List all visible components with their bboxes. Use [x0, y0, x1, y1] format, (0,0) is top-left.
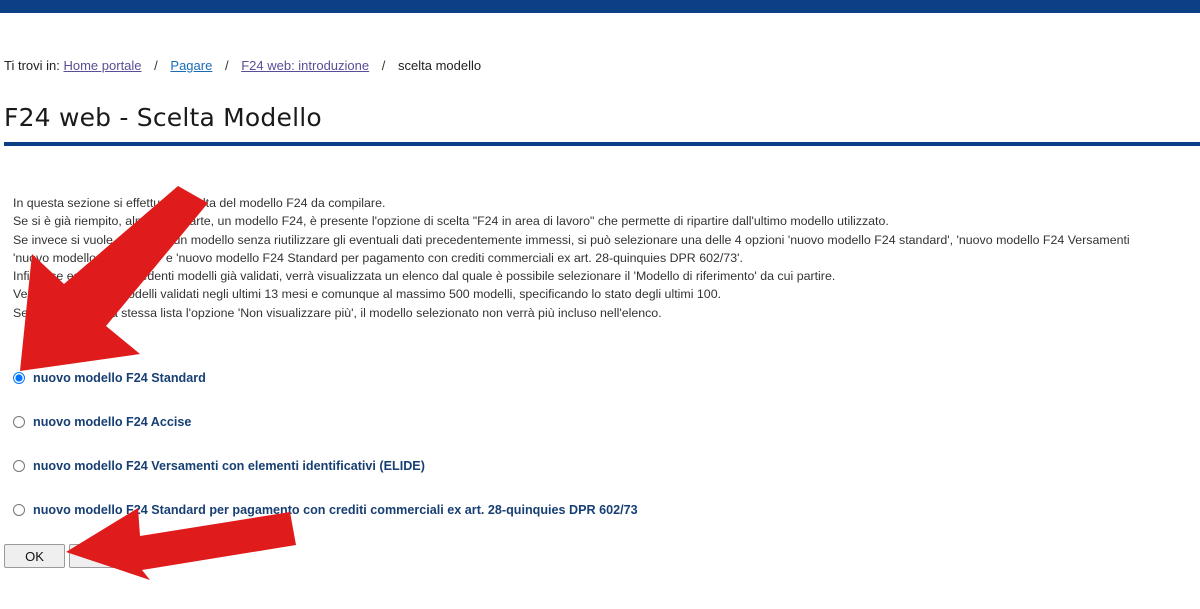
option-label: nuovo modello F24 Standard	[33, 371, 206, 385]
breadcrumb-current: scelta modello	[398, 58, 482, 73]
radio-f24-elide[interactable]	[13, 460, 25, 472]
breadcrumb-link-pagare[interactable]: Pagare	[170, 58, 212, 73]
page-title: F24 web - Scelta Modello	[4, 103, 322, 132]
secondary-button[interactable]	[69, 544, 149, 568]
ok-button[interactable]: OK	[4, 544, 65, 568]
breadcrumb-separator: /	[381, 58, 386, 73]
intro-line: Infine, se esistono precedenti modelli g…	[13, 269, 836, 284]
breadcrumb: Ti trovi in: Home portale / Pagare / F24…	[4, 58, 481, 73]
intro-line: 'nuovo modello F24 Accise' e 'nuovo mode…	[13, 250, 743, 265]
intro-line: In questa sezione si effettua la scelta …	[13, 196, 386, 210]
option-label: nuovo modello F24 Versamenti con element…	[33, 459, 425, 473]
option-f24-accise[interactable]: nuovo modello F24 Accise	[12, 415, 191, 429]
radio-f24-standard[interactable]	[13, 372, 25, 384]
intro-text: In questa sezione si effettua la scelta …	[13, 194, 1200, 322]
top-header-bar	[0, 0, 1200, 13]
intro-line: Vengono elencati i modelli validati negl…	[13, 287, 722, 302]
breadcrumb-separator: /	[154, 58, 158, 73]
intro-line: Se si è già riempito, almeno in parte, u…	[13, 214, 889, 229]
radio-f24-crediti-commerciali[interactable]	[13, 504, 25, 516]
option-f24-elide[interactable]: nuovo modello F24 Versamenti con element…	[12, 459, 425, 473]
breadcrumb-link-f24-intro[interactable]: F24 web: introduzione	[241, 58, 369, 73]
option-f24-crediti-commerciali[interactable]: nuovo modello F24 Standard per pagamento…	[12, 503, 638, 517]
breadcrumb-separator: /	[224, 58, 229, 73]
option-label: nuovo modello F24 Accise	[33, 415, 192, 429]
radio-f24-accise[interactable]	[13, 416, 25, 428]
option-label: nuovo modello F24 Standard per pagamento…	[33, 503, 638, 517]
breadcrumb-link-home[interactable]: Home portale	[63, 58, 141, 73]
intro-line: Selezionando dalla stessa lista l'opzion…	[13, 305, 662, 320]
intro-line: Se invece si vuole compilare un modello …	[13, 232, 1130, 247]
option-f24-standard[interactable]: nuovo modello F24 Standard	[12, 371, 206, 385]
title-divider	[4, 142, 1200, 146]
breadcrumb-prefix: Ti trovi in:	[4, 58, 60, 73]
